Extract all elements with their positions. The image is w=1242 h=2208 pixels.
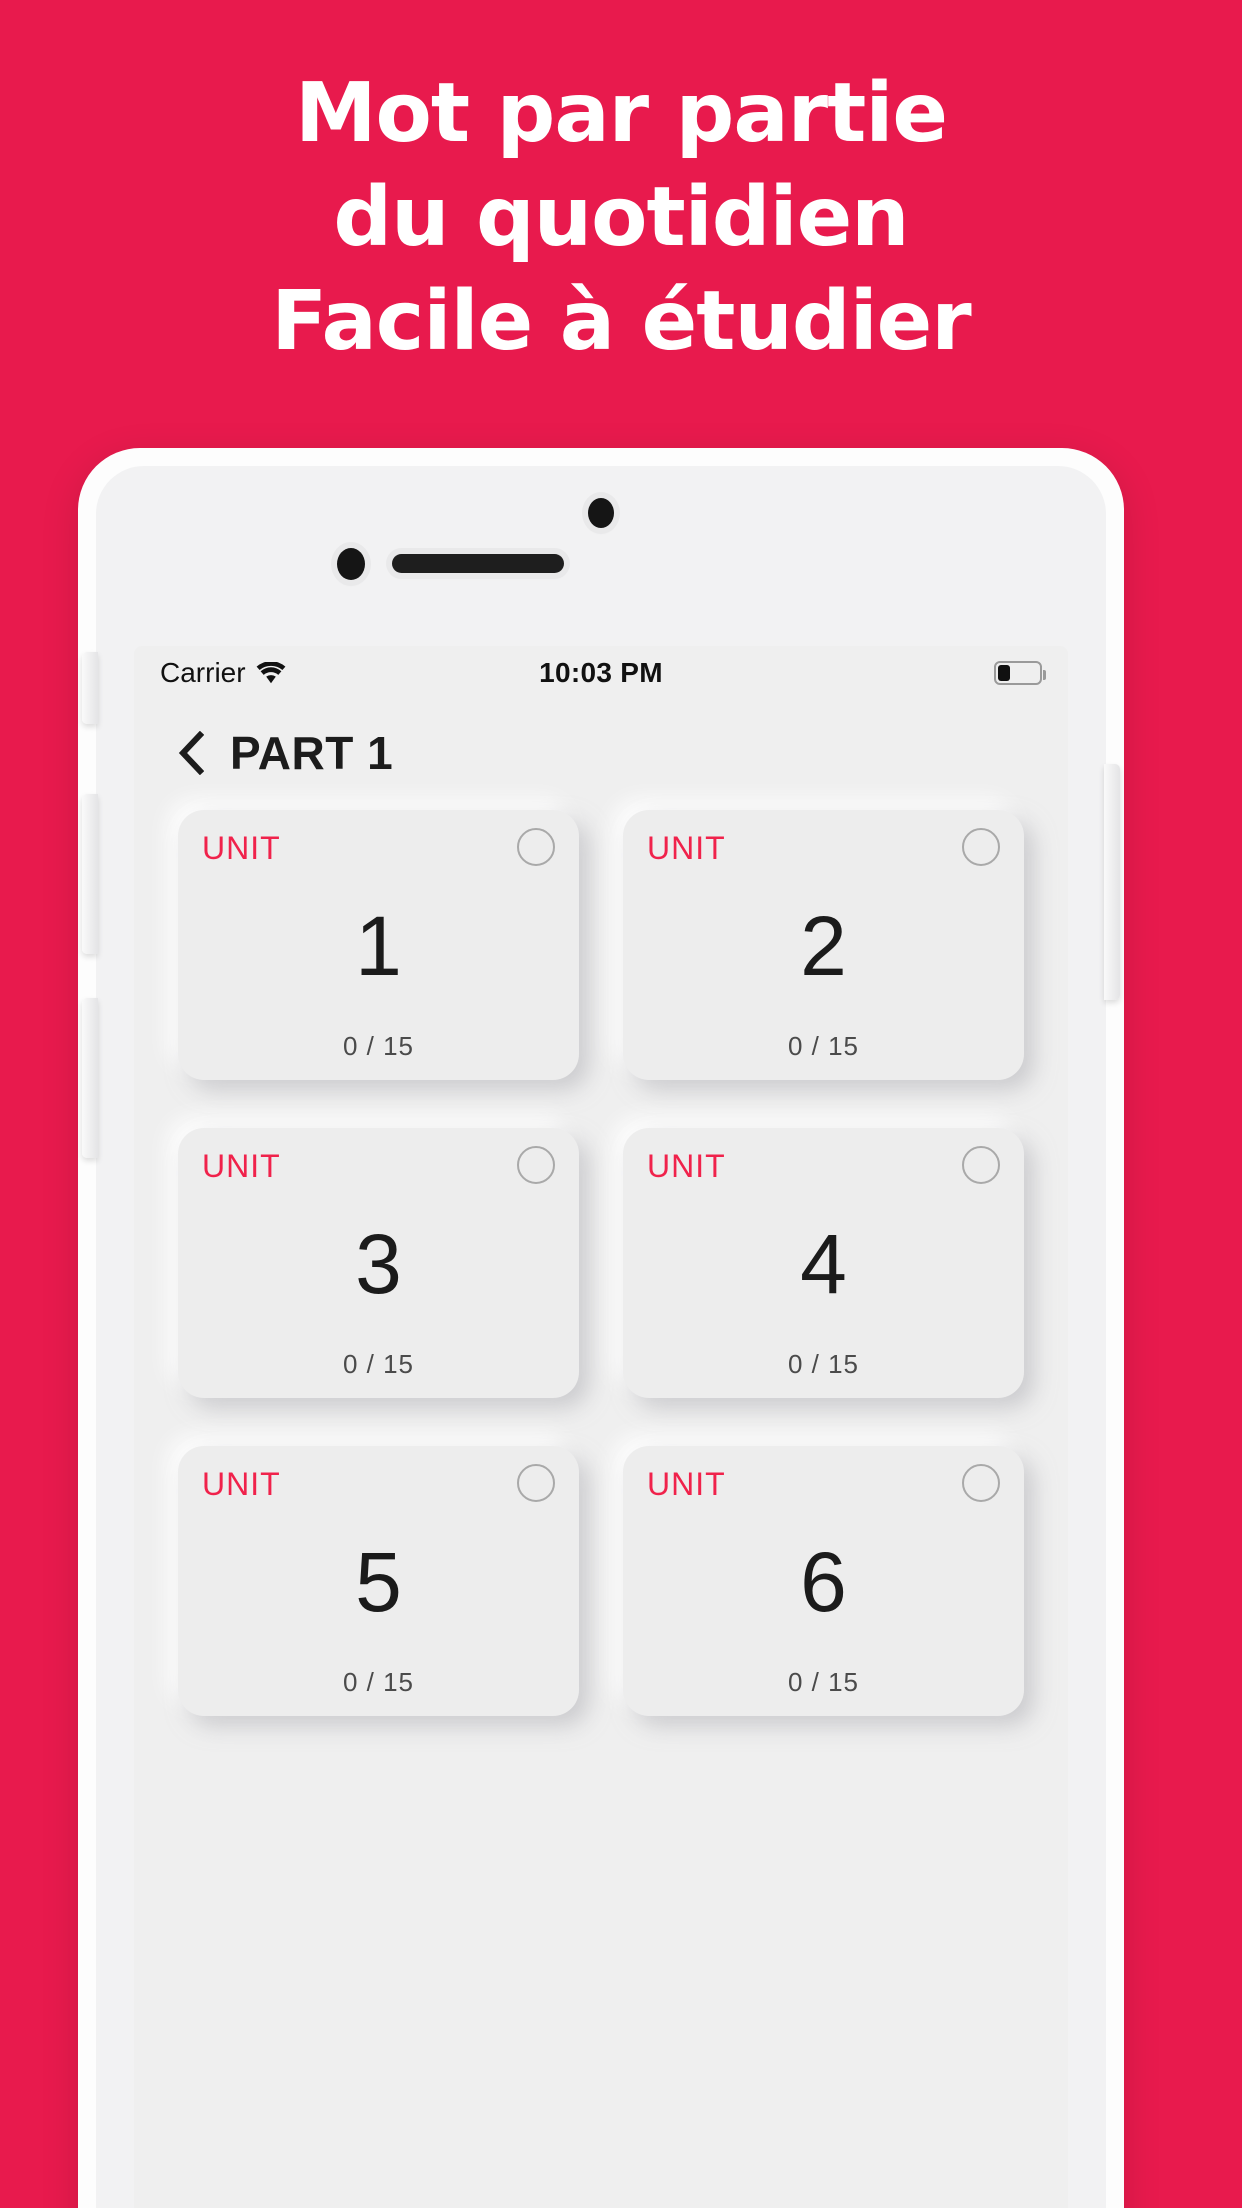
unit-progress: 0 / 15 bbox=[342, 1667, 415, 1697]
unit-progress: 0 / 15 bbox=[342, 1031, 415, 1061]
nav-bar: PART 1 bbox=[134, 700, 1068, 804]
chevron-left-icon[interactable] bbox=[178, 731, 204, 775]
status-bar-left: Carrier bbox=[160, 657, 286, 689]
phone-mockup: Carrier 10:03 PM PART 1 UNIT 1 0 / 15 UN… bbox=[78, 448, 1124, 2208]
camera-dot-icon bbox=[337, 548, 365, 580]
volume-up-button[interactable] bbox=[82, 794, 98, 954]
unit-progress: 0 / 15 bbox=[787, 1667, 860, 1697]
unit-number: 2 bbox=[800, 898, 847, 993]
unit-number: 1 bbox=[355, 898, 402, 993]
unit-grid: UNIT 1 0 / 15 UNIT 2 0 / 15 UNIT 3 0 / 1… bbox=[134, 804, 1068, 1716]
page-header-title: PART 1 bbox=[230, 727, 394, 779]
app-screen: Carrier 10:03 PM PART 1 UNIT 1 0 / 15 UN… bbox=[134, 646, 1068, 2208]
unit-number: 3 bbox=[355, 1216, 402, 1311]
unit-number: 6 bbox=[800, 1534, 847, 1629]
unit-card[interactable]: UNIT 1 0 / 15 bbox=[178, 810, 579, 1080]
unit-number: 4 bbox=[800, 1216, 847, 1311]
power-button[interactable] bbox=[1104, 764, 1120, 1000]
carrier-label: Carrier bbox=[160, 657, 246, 688]
unit-progress: 0 / 15 bbox=[787, 1031, 860, 1061]
unit-card[interactable]: UNIT 6 0 / 15 bbox=[623, 1446, 1024, 1716]
unit-card[interactable]: UNIT 3 0 / 15 bbox=[178, 1128, 579, 1398]
speaker-grille-icon bbox=[392, 554, 564, 573]
unit-card[interactable]: UNIT 2 0 / 15 bbox=[623, 810, 1024, 1080]
unit-card[interactable]: UNIT 5 0 / 15 bbox=[178, 1446, 579, 1716]
status-bar-right bbox=[994, 661, 1046, 685]
unit-progress: 0 / 15 bbox=[342, 1349, 415, 1379]
unit-progress: 0 / 15 bbox=[787, 1349, 860, 1379]
silent-switch[interactable] bbox=[82, 652, 98, 724]
wifi-icon bbox=[256, 662, 286, 684]
battery-fill bbox=[998, 665, 1010, 681]
page-title: Mot par partie du quotidien Facile à étu… bbox=[271, 66, 971, 369]
phone-body: Carrier 10:03 PM PART 1 UNIT 1 0 / 15 UN… bbox=[82, 466, 1120, 2208]
battery-icon bbox=[994, 661, 1046, 685]
unit-number: 5 bbox=[355, 1534, 402, 1629]
volume-down-button[interactable] bbox=[82, 998, 98, 1158]
unit-card[interactable]: UNIT 4 0 / 15 bbox=[623, 1128, 1024, 1398]
status-bar: Carrier 10:03 PM bbox=[134, 646, 1068, 700]
camera-dot-icon bbox=[588, 498, 614, 528]
